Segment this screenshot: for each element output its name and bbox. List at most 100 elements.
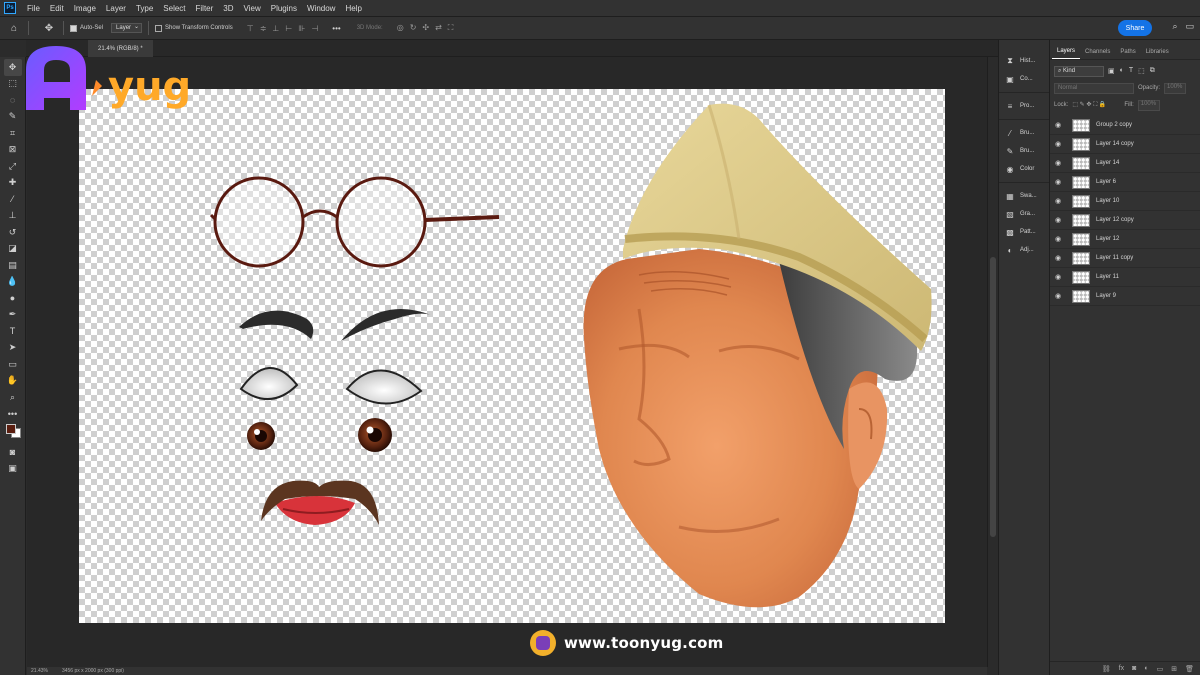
add-mask-icon[interactable]: ◙ (1132, 665, 1136, 672)
path-selection-tool-icon[interactable]: ➤ (4, 340, 22, 357)
properties-panel-button[interactable]: ≡ Pro... (999, 97, 1049, 115)
type-tool-icon[interactable]: T (4, 323, 22, 340)
menu-filter[interactable]: Filter (191, 4, 219, 13)
gradient-tool-icon[interactable]: ▤ (4, 257, 22, 274)
menu-view[interactable]: View (239, 4, 266, 13)
home-icon[interactable]: ⌂ (6, 20, 22, 36)
screen-mode-icon[interactable]: ▣ (4, 461, 22, 478)
document-canvas[interactable] (79, 89, 945, 623)
vertical-scrollbar[interactable] (987, 57, 997, 667)
tab-layers[interactable]: Layers (1052, 44, 1081, 59)
delete-layer-icon[interactable]: 🗑 (1185, 665, 1194, 673)
comments-panel-button[interactable]: ▣ Co... (999, 70, 1049, 88)
3d-scale-icon[interactable]: ⛶ (448, 23, 454, 33)
show-transform-controls-checkbox[interactable] (155, 24, 163, 32)
tab-channels[interactable]: Channels (1080, 45, 1115, 59)
3d-pan-icon[interactable]: ✣ (422, 23, 429, 33)
lasso-tool-icon[interactable]: ◌ (4, 92, 22, 109)
auto-select-checkbox[interactable] (70, 24, 77, 32)
eye-icon[interactable]: ◉ (1050, 178, 1066, 186)
3d-orbit-icon[interactable]: ◎ (397, 23, 404, 33)
more-options-icon[interactable]: ••• (332, 24, 340, 33)
brush-settings-panel-button[interactable]: ✎ Bru... (999, 142, 1049, 160)
eye-icon[interactable]: ◉ (1050, 254, 1066, 262)
move-tool-icon[interactable]: ✥ (3, 59, 22, 76)
align-right-icon[interactable]: ⊣ (311, 24, 318, 33)
align-top-icon[interactable]: ⊤ (247, 24, 254, 33)
shape-filter-icon[interactable]: ⬚ (1138, 67, 1145, 75)
menu-window[interactable]: Window (302, 4, 340, 13)
layer-row[interactable]: ◉ Layer 12 copy (1050, 211, 1200, 230)
new-layer-icon[interactable]: ⊞ (1171, 665, 1177, 673)
gradients-panel-button[interactable]: ▧ Gra... (999, 205, 1049, 223)
crop-tool-icon[interactable]: ⌗ (4, 125, 22, 142)
clone-stamp-tool-icon[interactable]: ⊥ (4, 208, 22, 225)
menu-help[interactable]: Help (340, 4, 366, 13)
brush-panel-button[interactable]: ⁄ Bru... (999, 124, 1049, 142)
menu-file[interactable]: File (22, 4, 45, 13)
search-icon[interactable]: ⌕ (1172, 21, 1177, 32)
pen-tool-icon[interactable]: ✒ (4, 307, 22, 324)
history-brush-tool-icon[interactable]: ↺ (4, 224, 22, 241)
pixel-filter-icon[interactable]: ▣ (1108, 67, 1115, 75)
eye-icon[interactable]: ◉ (1050, 159, 1066, 167)
hand-tool-icon[interactable]: ✋ (4, 373, 22, 390)
healing-brush-tool-icon[interactable]: ✚ (4, 175, 22, 192)
layer-style-icon[interactable]: fx (1119, 665, 1124, 672)
layer-row[interactable]: ◉ Layer 11 copy (1050, 249, 1200, 268)
smart-object-filter-icon[interactable]: ⧉ (1150, 67, 1155, 75)
quick-mask-icon[interactable]: ◙ (4, 444, 22, 461)
eraser-tool-icon[interactable]: ◪ (4, 241, 22, 258)
zoom-level[interactable]: 21.43% (31, 668, 48, 674)
share-button[interactable]: Share (1118, 20, 1152, 36)
3d-roll-icon[interactable]: ↻ (410, 23, 417, 33)
zoom-tool-icon[interactable]: ⌕ (4, 389, 22, 406)
blur-tool-icon[interactable]: 💧 (4, 274, 22, 291)
eye-icon[interactable]: ◉ (1050, 140, 1066, 148)
scrollbar-thumb[interactable] (990, 257, 996, 537)
type-filter-icon[interactable]: T (1129, 67, 1133, 75)
eye-icon[interactable]: ◉ (1050, 235, 1066, 243)
menu-edit[interactable]: Edit (45, 4, 69, 13)
3d-slide-icon[interactable]: ⇄ (435, 23, 442, 33)
edit-toolbar-icon[interactable]: ••• (4, 406, 22, 423)
frame-tool-icon[interactable]: ⊠ (4, 142, 22, 159)
fill-input[interactable]: 100% (1137, 99, 1160, 111)
layer-row[interactable]: ◉ Layer 6 (1050, 173, 1200, 192)
layer-row[interactable]: ◉ Layer 14 copy (1050, 135, 1200, 154)
opacity-input[interactable]: 100% (1164, 82, 1187, 94)
lock-icons[interactable]: ⬚ ✎ ✥ ⛶ 🔒 (1072, 101, 1106, 109)
new-group-icon[interactable]: ▭ (1157, 665, 1164, 673)
eye-icon[interactable]: ◉ (1050, 197, 1066, 205)
layer-row[interactable]: ◉ Layer 12 (1050, 230, 1200, 249)
dodge-tool-icon[interactable]: ● (4, 290, 22, 307)
tab-libraries[interactable]: Libraries (1141, 45, 1174, 59)
eye-icon[interactable]: ◉ (1050, 216, 1066, 224)
eye-icon[interactable]: ◉ (1050, 121, 1066, 129)
eye-icon[interactable]: ◉ (1050, 292, 1066, 300)
eyedropper-tool-icon[interactable]: ⤢ (4, 158, 22, 175)
rectangle-tool-icon[interactable]: ▭ (4, 356, 22, 373)
menu-plugins[interactable]: Plugins (266, 4, 302, 13)
menu-type[interactable]: Type (131, 4, 158, 13)
swatches-panel-button[interactable]: ▦ Swa... (999, 187, 1049, 205)
menu-3d[interactable]: 3D (218, 4, 238, 13)
layer-row[interactable]: ◉ Layer 10 (1050, 192, 1200, 211)
link-layers-icon[interactable]: ⛓ (1102, 665, 1111, 673)
new-adjustment-icon[interactable]: ◐ (1144, 665, 1148, 672)
layer-row[interactable]: ◉ Layer 9 (1050, 287, 1200, 306)
eye-icon[interactable]: ◉ (1050, 273, 1066, 281)
align-left-icon[interactable]: ⊢ (285, 24, 292, 33)
brush-tool-icon[interactable]: ⁄ (4, 191, 22, 208)
align-bottom-icon[interactable]: ⊥ (272, 24, 279, 33)
layer-row[interactable]: ◉ Layer 14 (1050, 154, 1200, 173)
adjustment-filter-icon[interactable]: ◐ (1120, 67, 1124, 75)
auto-select-target-dropdown[interactable]: Layer (111, 23, 143, 33)
marquee-tool-icon[interactable]: ⬚ (4, 76, 22, 93)
menu-layer[interactable]: Layer (101, 4, 131, 13)
kind-filter-dropdown[interactable]: ⌕ Kind (1054, 65, 1104, 77)
blend-mode-dropdown[interactable]: Normal (1054, 82, 1134, 94)
history-panel-button[interactable]: ⧗ Hist... (999, 52, 1049, 70)
layer-row[interactable]: ◉ Group 2 copy (1050, 116, 1200, 135)
tab-paths[interactable]: Paths (1115, 45, 1140, 59)
